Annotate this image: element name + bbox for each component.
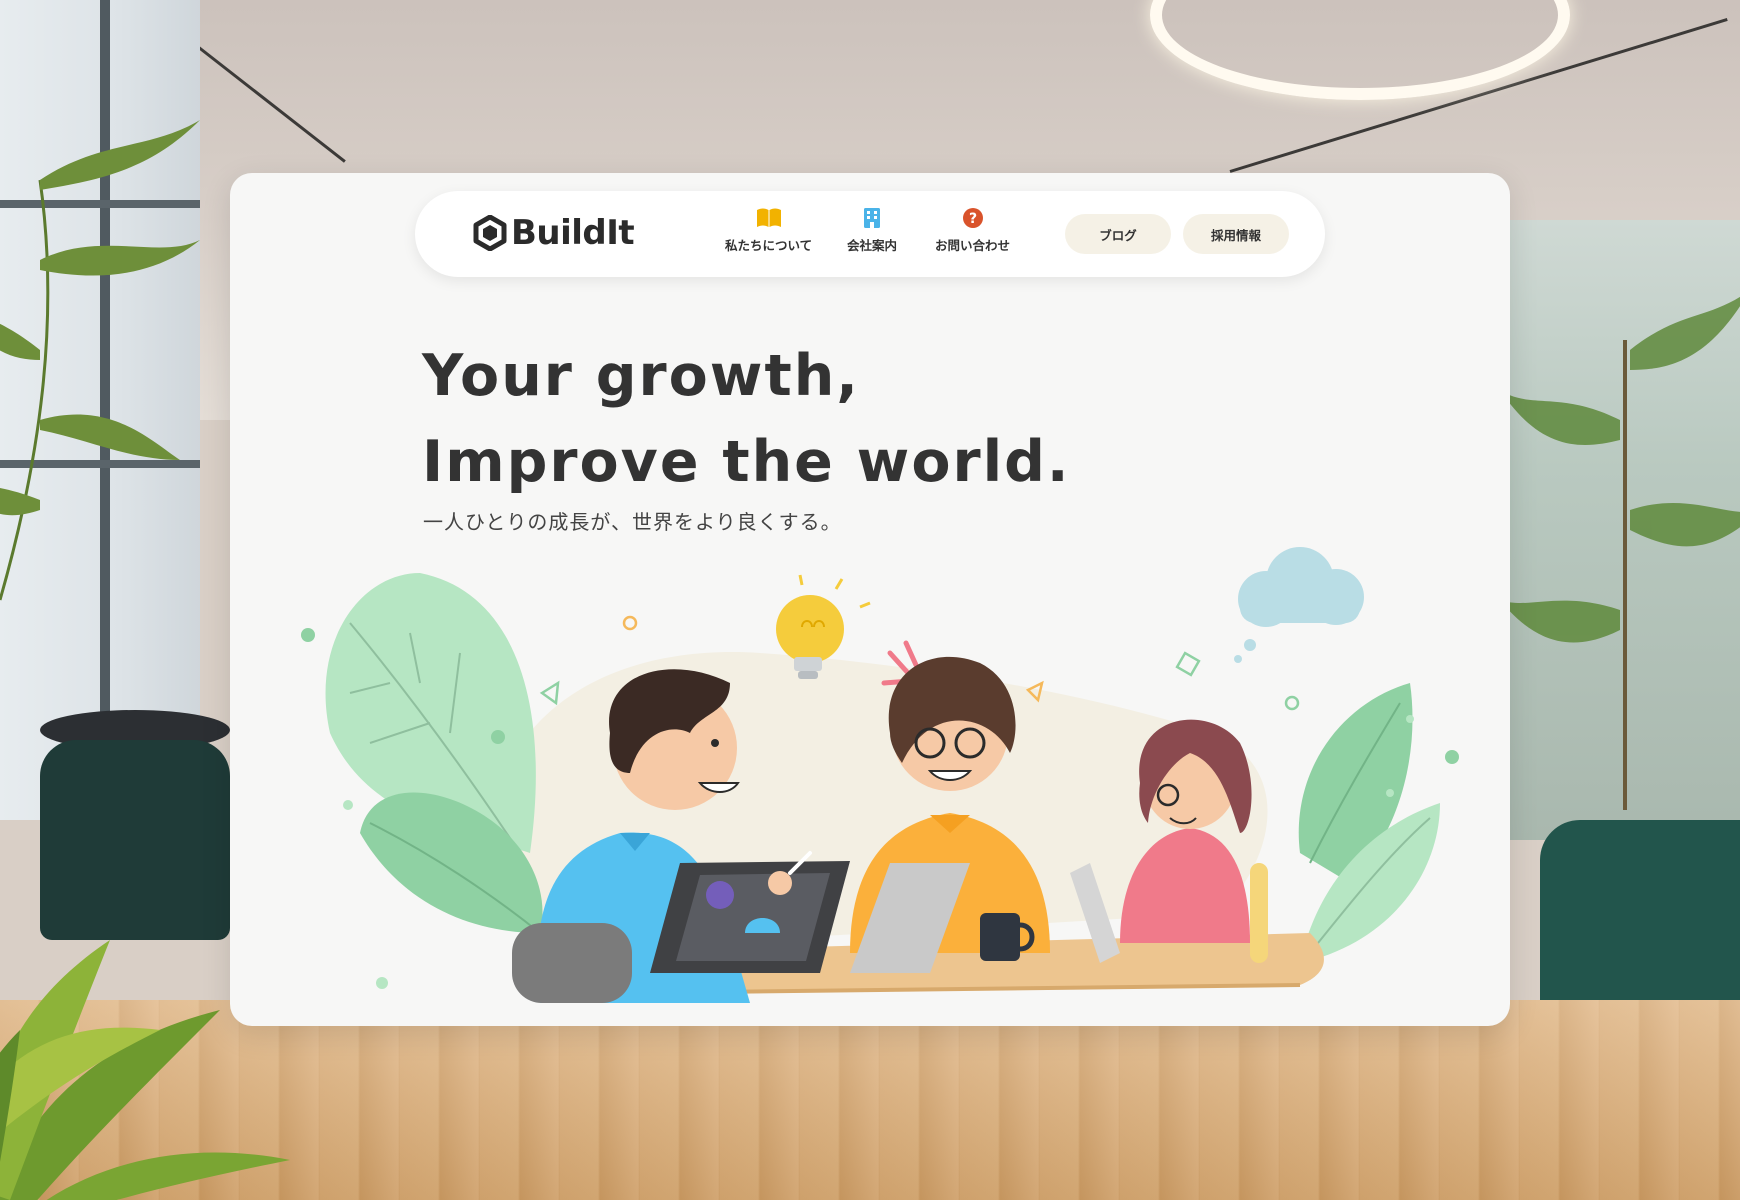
cube-logo-icon <box>473 215 507 251</box>
header-nav: BuildIt 私たちについて 会社案内 ? お問い合わせ ブログ 採用情報 <box>415 191 1325 277</box>
nav-item-label: 私たちについて <box>725 238 813 253</box>
hero-title: Your growth, Improve the world. <box>422 333 1071 505</box>
website-card: BuildIt 私たちについて 会社案内 ? お問い合わせ ブログ 採用情報 Y… <box>230 173 1510 1026</box>
nav-item-about[interactable]: 私たちについて <box>725 207 812 254</box>
blog-button[interactable]: ブログ <box>1065 214 1171 254</box>
book-icon <box>756 208 781 227</box>
svg-text:?: ? <box>968 211 976 227</box>
palm-plant <box>0 120 200 601</box>
nav-item-label: お問い合わせ <box>935 238 1011 253</box>
hero-subtitle: 一人ひとりの成長が、世界をより良くする。 <box>423 510 842 534</box>
thought-cloud <box>1234 547 1364 663</box>
building-icon <box>864 208 880 228</box>
question-icon: ? <box>962 208 983 228</box>
drawing-tablet <box>650 851 850 973</box>
nav-item-contact[interactable]: ? お問い合わせ <box>935 207 1010 254</box>
recruit-button[interactable]: 採用情報 <box>1183 214 1289 254</box>
coffee-mug <box>980 913 1020 961</box>
team-meeting-illustration <box>301 547 1459 1003</box>
nav-item-company[interactable]: 会社案内 <box>847 207 897 254</box>
hero-title-line: Your growth, <box>422 343 860 409</box>
chair-back <box>1250 863 1268 963</box>
hero-title-line: Improve the world. <box>422 429 1071 495</box>
brand-name: BuildIt <box>511 213 635 253</box>
nav-item-label: 会社案内 <box>847 238 898 253</box>
palm-plant <box>1510 296 1740 810</box>
brand-logo[interactable]: BuildIt <box>473 213 635 253</box>
